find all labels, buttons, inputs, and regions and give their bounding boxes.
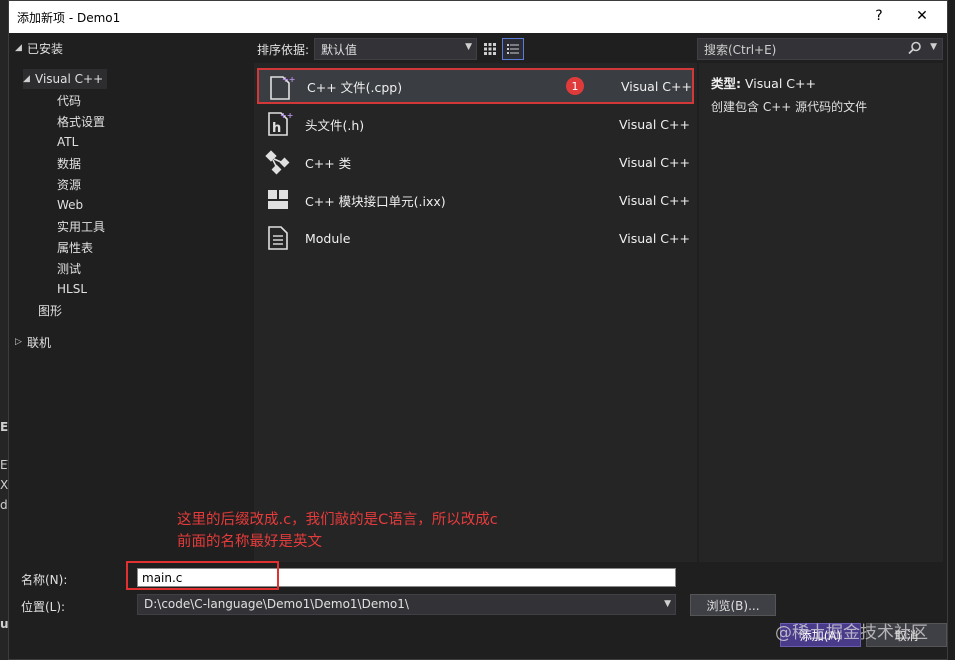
item-type: Visual C++ bbox=[621, 78, 692, 94]
sort-value: 默认值 bbox=[321, 43, 358, 57]
location-value: D:\code\C-language\Demo1\Demo1\Demo1\ bbox=[144, 597, 409, 611]
class-icon bbox=[265, 150, 290, 175]
tree-item-hlsl[interactable]: HLSL bbox=[57, 279, 87, 299]
header-file-icon: h ++ bbox=[268, 111, 293, 136]
item-name: Module bbox=[305, 230, 351, 246]
dialog-title: 添加新项 - Demo1 bbox=[17, 11, 121, 25]
list-item-module-interface[interactable]: C++ 模块接口单元(.ixx) Visual C++ bbox=[257, 182, 694, 218]
type-label: 类型: bbox=[711, 76, 741, 91]
item-type: Visual C++ bbox=[619, 230, 690, 246]
tree-item-web[interactable]: Web bbox=[57, 195, 83, 215]
tree-item-resource[interactable]: 资源 bbox=[57, 174, 81, 194]
step-badge: 1 bbox=[566, 77, 584, 95]
sort-label: 排序依据: bbox=[257, 43, 310, 57]
grid-view-button[interactable] bbox=[479, 38, 501, 60]
template-list: ++ C++ 文件(.cpp) 1 Visual C++ h ++ 头文件(.h… bbox=[254, 63, 697, 562]
grid-view-icon bbox=[484, 43, 496, 55]
title-bar: 添加新项 - Demo1 ? ✕ bbox=[9, 1, 947, 33]
tree-item-code[interactable]: 代码 bbox=[57, 90, 81, 110]
annotation-line: 前面的名称最好是英文 bbox=[177, 534, 322, 550]
annotation-line: 这里的后缀改成.c，我们敲的是C语言，所以改成c bbox=[177, 512, 498, 528]
tree-item-installed[interactable]: ◢ 已安装 bbox=[15, 38, 63, 58]
tree-item-test[interactable]: 测试 bbox=[57, 258, 81, 278]
tree-item-visual-cpp[interactable]: ◢ Visual C++ bbox=[23, 69, 108, 89]
add-new-item-dialog: 添加新项 - Demo1 ? ✕ ◢ 已安装 ◢ Visual C++ 代码 格… bbox=[8, 0, 948, 660]
item-type: Visual C++ bbox=[619, 116, 690, 132]
name-label: 名称(N): bbox=[21, 573, 68, 587]
list-view-icon bbox=[507, 44, 519, 54]
search-icon bbox=[908, 41, 921, 55]
watermark: @稀土掘金技术社区 bbox=[775, 623, 928, 643]
tree-item-label: Visual C++ bbox=[35, 72, 104, 86]
chevron-down-icon: ▼ bbox=[465, 42, 472, 52]
collapsed-arrow-icon: ▷ bbox=[15, 337, 22, 347]
tree-item-atl[interactable]: ATL bbox=[57, 132, 78, 152]
name-field[interactable] bbox=[137, 568, 676, 587]
item-name: 头文件(.h) bbox=[305, 117, 365, 133]
item-name: C++ 类 bbox=[305, 155, 352, 171]
list-item-header-file[interactable]: h ++ 头文件(.h) Visual C++ bbox=[257, 106, 694, 142]
type-description: 创建包含 C++ 源代码的文件 bbox=[711, 100, 868, 114]
tree-item-formatting[interactable]: 格式设置 bbox=[57, 111, 105, 131]
list-item-cpp-file[interactable]: ++ C++ 文件(.cpp) 1 Visual C++ bbox=[257, 68, 694, 104]
location-label: 位置(L): bbox=[21, 600, 66, 614]
item-type: Visual C++ bbox=[619, 154, 690, 170]
item-type: Visual C++ bbox=[619, 192, 690, 208]
search-placeholder: 搜索(Ctrl+E) bbox=[704, 43, 777, 57]
close-button[interactable]: ✕ bbox=[910, 5, 934, 27]
type-value: Visual C++ bbox=[744, 76, 816, 91]
tree-item-label: 已安装 bbox=[27, 41, 64, 56]
details-panel: 类型: Visual C++ 创建包含 C++ 源代码的文件 bbox=[699, 63, 943, 562]
list-item-cpp-class[interactable]: C++ 类 Visual C++ bbox=[257, 144, 694, 180]
type-row: 类型: Visual C++ bbox=[711, 73, 816, 92]
svg-text:++: ++ bbox=[282, 75, 295, 84]
search-input[interactable]: 搜索(Ctrl+E) ▼ bbox=[697, 38, 943, 60]
category-tree: ◢ 已安装 ◢ Visual C++ 代码 格式设置 ATL 数据 资源 Web… bbox=[9, 34, 251, 562]
item-name: C++ 文件(.cpp) bbox=[307, 79, 403, 95]
tree-item-property-sheet[interactable]: 属性表 bbox=[57, 237, 93, 257]
svg-text:++: ++ bbox=[280, 111, 293, 120]
chevron-down-icon: ▼ bbox=[664, 599, 671, 609]
expanded-arrow-icon: ◢ bbox=[23, 74, 30, 84]
sort-dropdown[interactable]: 默认值 ▼ bbox=[314, 38, 477, 60]
list-view-button[interactable] bbox=[502, 38, 524, 60]
expanded-arrow-icon: ◢ bbox=[15, 43, 22, 53]
tree-item-label: 联机 bbox=[27, 335, 52, 350]
module-icon bbox=[268, 226, 288, 250]
svg-text:h: h bbox=[272, 121, 281, 136]
tree-item-data[interactable]: 数据 bbox=[57, 153, 81, 173]
tree-item-graphics[interactable]: 图形 bbox=[38, 300, 62, 320]
list-item-module[interactable]: Module Visual C++ bbox=[257, 220, 694, 256]
tree-item-online[interactable]: ▷ 联机 bbox=[15, 332, 51, 352]
item-name: C++ 模块接口单元(.ixx) bbox=[305, 193, 446, 209]
chevron-down-icon: ▼ bbox=[930, 42, 937, 52]
tree-item-utility[interactable]: 实用工具 bbox=[57, 216, 105, 236]
browse-button[interactable]: 浏览(B)... bbox=[690, 594, 776, 616]
annotation-text: 这里的后缀改成.c，我们敲的是C语言，所以改成c 前面的名称最好是英文 bbox=[177, 509, 498, 553]
cpp-file-icon: ++ bbox=[270, 75, 295, 100]
module-interface-icon bbox=[268, 190, 288, 209]
help-button[interactable]: ? bbox=[867, 5, 891, 27]
location-dropdown[interactable]: D:\code\C-language\Demo1\Demo1\Demo1\ ▼ bbox=[137, 594, 676, 615]
